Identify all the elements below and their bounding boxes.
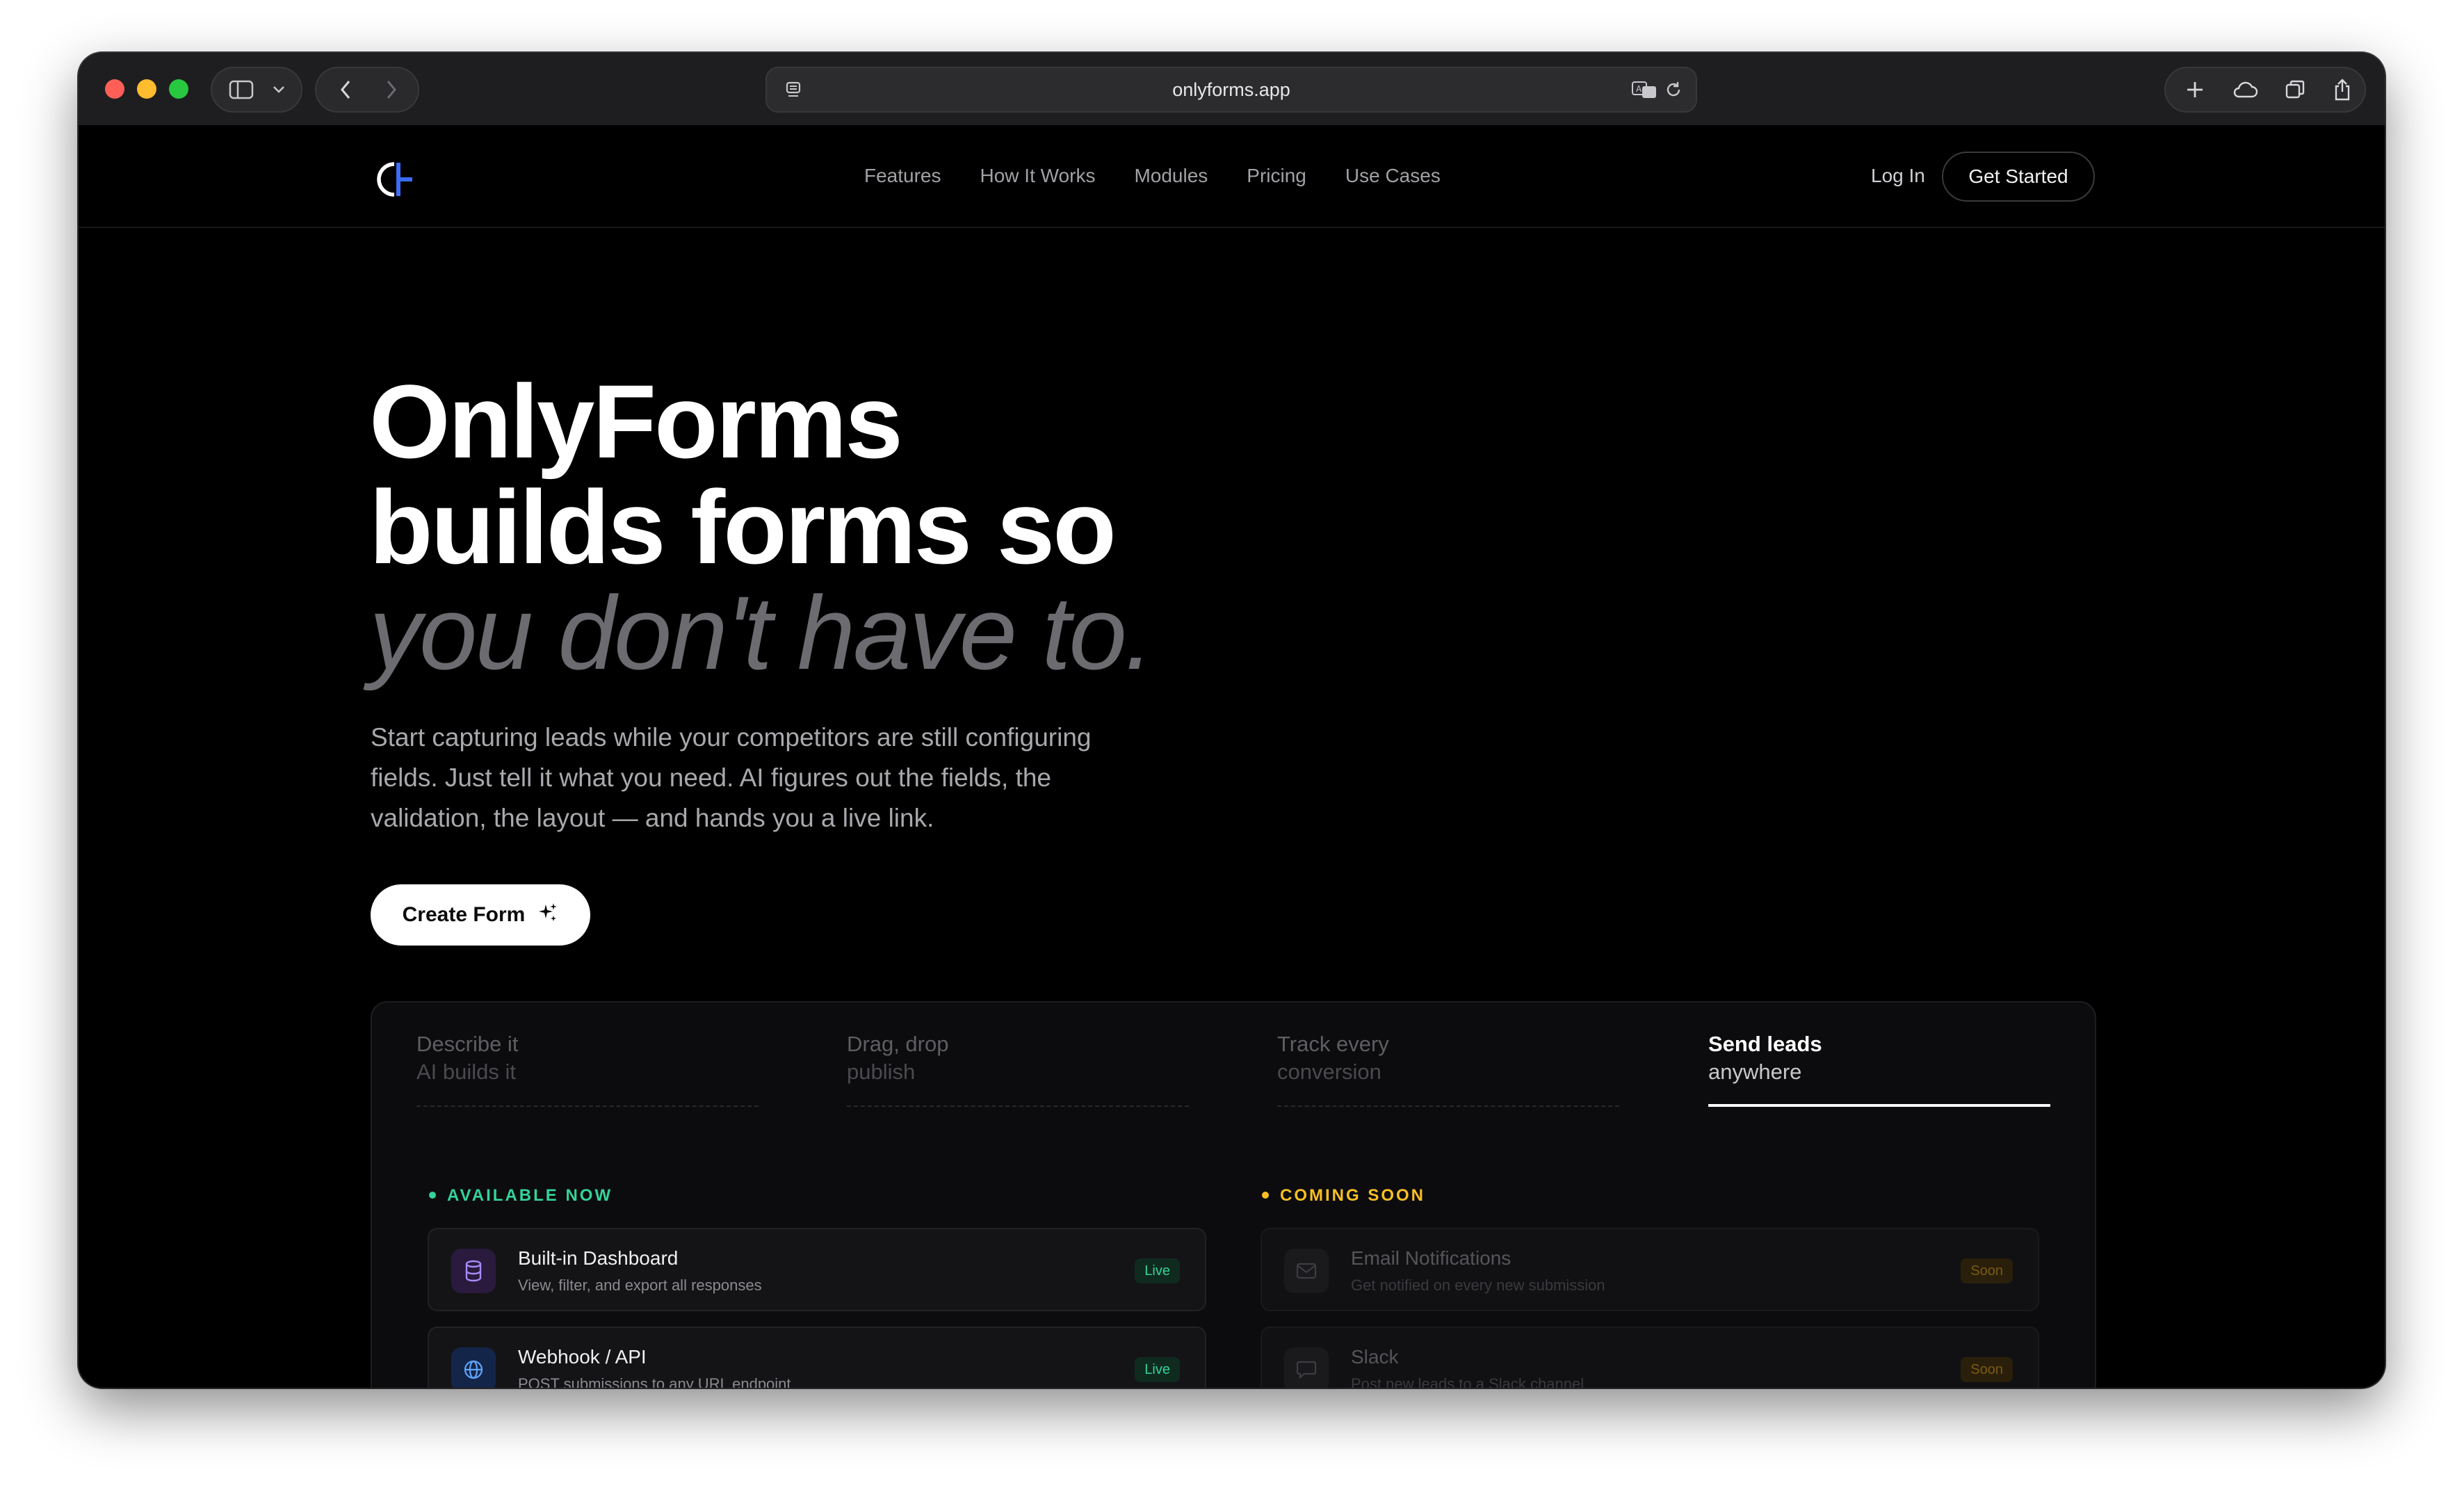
module-desc: POST submissions to any URL endpoint (518, 1375, 791, 1388)
create-form-label: Create Form (402, 903, 526, 926)
module-desc: Post new leads to a Slack channel (1351, 1375, 1584, 1388)
nav-link-features[interactable]: Features (864, 165, 941, 187)
tab-title: Describe it (416, 1032, 519, 1056)
back-icon[interactable] (323, 68, 368, 111)
module-desc: View, filter, and export all responses (518, 1276, 762, 1294)
minimize-window-button[interactable] (137, 79, 156, 99)
mail-icon (1284, 1249, 1329, 1293)
soon-badge: Soon (1961, 1357, 2013, 1382)
forward-icon[interactable] (369, 68, 414, 111)
browser-window: onlyforms.app A Features How It Works Mo… (79, 53, 2385, 1388)
hero-title-line-2: builds forms so (369, 469, 1117, 585)
section-label-text: COMING SOON (1280, 1186, 1426, 1205)
nav-link-how-it-works[interactable]: How It Works (980, 165, 1096, 187)
nav-link-modules[interactable]: Modules (1134, 165, 1208, 187)
toolbar-actions-group (2164, 67, 2366, 113)
database-icon (451, 1249, 496, 1293)
zoom-window-button[interactable] (169, 79, 188, 99)
module-card-dashboard[interactable]: Built-in Dashboard View, filter, and exp… (428, 1228, 1206, 1311)
module-title: Built-in Dashboard (518, 1247, 679, 1269)
module-title: Email Notifications (1351, 1247, 1511, 1269)
tab-underline-active (1708, 1104, 2050, 1107)
web-page: Features How It Works Modules Pricing Us… (79, 125, 2385, 1388)
section-label-text: AVAILABLE NOW (447, 1186, 613, 1205)
tab-title: Send leads (1708, 1032, 1822, 1056)
tab-subtitle: publish (847, 1060, 916, 1084)
nav-links: Features How It Works Modules Pricing Us… (864, 125, 1441, 227)
sparkle-icon (537, 902, 558, 928)
site-navbar: Features How It Works Modules Pricing Us… (79, 125, 2385, 228)
chat-icon (1284, 1347, 1329, 1388)
nav-link-pricing[interactable]: Pricing (1247, 165, 1306, 187)
module-desc: Get notified on every new submission (1351, 1276, 1605, 1294)
live-badge: Live (1135, 1258, 1180, 1283)
available-now-label: AVAILABLE NOW (429, 1186, 613, 1206)
address-bar[interactable]: onlyforms.app A (765, 67, 1697, 113)
tab-drag-drop[interactable]: Drag, drop publish (847, 1030, 1189, 1107)
create-form-button[interactable]: Create Form (371, 884, 590, 946)
browser-toolbar: onlyforms.app A (79, 53, 2385, 127)
status-dot (1262, 1191, 1269, 1199)
get-started-button[interactable]: Get Started (1942, 152, 2095, 202)
close-window-button[interactable] (105, 79, 124, 99)
new-tab-icon[interactable] (2174, 68, 2216, 111)
status-dot (429, 1191, 436, 1199)
reload-icon[interactable] (1660, 68, 1687, 111)
tab-overview-icon[interactable] (2274, 68, 2316, 111)
icloud-tabs-icon[interactable] (2224, 68, 2266, 111)
tab-underline (1277, 1105, 1619, 1107)
coming-soon-label: COMING SOON (1262, 1186, 1425, 1206)
feature-panel: Describe it AI builds it Drag, drop publ… (371, 1001, 2096, 1388)
chevron-down-icon[interactable] (262, 68, 295, 111)
tab-subtitle: AI builds it (416, 1060, 517, 1084)
tab-title: Drag, drop (847, 1032, 949, 1056)
tab-describe-it[interactable]: Describe it AI builds it (416, 1030, 759, 1107)
nav-link-use-cases[interactable]: Use Cases (1345, 165, 1441, 187)
hero-title-line-3: you don't have to. (369, 574, 1153, 691)
tab-underline (416, 1105, 759, 1107)
hero-title-line-1: OnlyForms (369, 363, 903, 480)
module-card-slack[interactable]: Slack Post new leads to a Slack channel … (1261, 1327, 2039, 1388)
module-title: Webhook / API (518, 1346, 647, 1368)
history-nav-group (315, 67, 419, 113)
globe-icon (451, 1347, 496, 1388)
tab-track-conversion[interactable]: Track every conversion (1277, 1030, 1619, 1107)
module-card-email[interactable]: Email Notifications Get notified on ever… (1261, 1228, 2039, 1311)
live-badge: Live (1135, 1357, 1180, 1382)
hero-title: OnlyForms builds forms so you don't have… (369, 363, 1153, 691)
soon-badge: Soon (1961, 1258, 2013, 1283)
translate-icon[interactable]: A (1629, 68, 1660, 111)
onlyforms-logo-icon[interactable] (373, 159, 414, 200)
tab-subtitle: anywhere (1708, 1060, 1802, 1084)
sidebar-icon[interactable] (222, 68, 261, 111)
hero-subtitle: Start capturing leads while your competi… (371, 723, 1092, 832)
tab-subtitle: conversion (1277, 1060, 1381, 1084)
url-text: onlyforms.app (1172, 79, 1290, 100)
share-icon[interactable] (2323, 68, 2362, 111)
sidebar-toggle-group (211, 67, 302, 113)
tab-send-leads[interactable]: Send leads anywhere (1708, 1030, 2050, 1107)
tab-underline (847, 1105, 1189, 1107)
module-title: Slack (1351, 1346, 1399, 1368)
svg-text:A: A (1636, 84, 1642, 94)
module-card-webhook[interactable]: Webhook / API POST submissions to any UR… (428, 1327, 1206, 1388)
login-link[interactable]: Log In (1871, 125, 1925, 227)
tab-title: Track every (1277, 1032, 1389, 1056)
